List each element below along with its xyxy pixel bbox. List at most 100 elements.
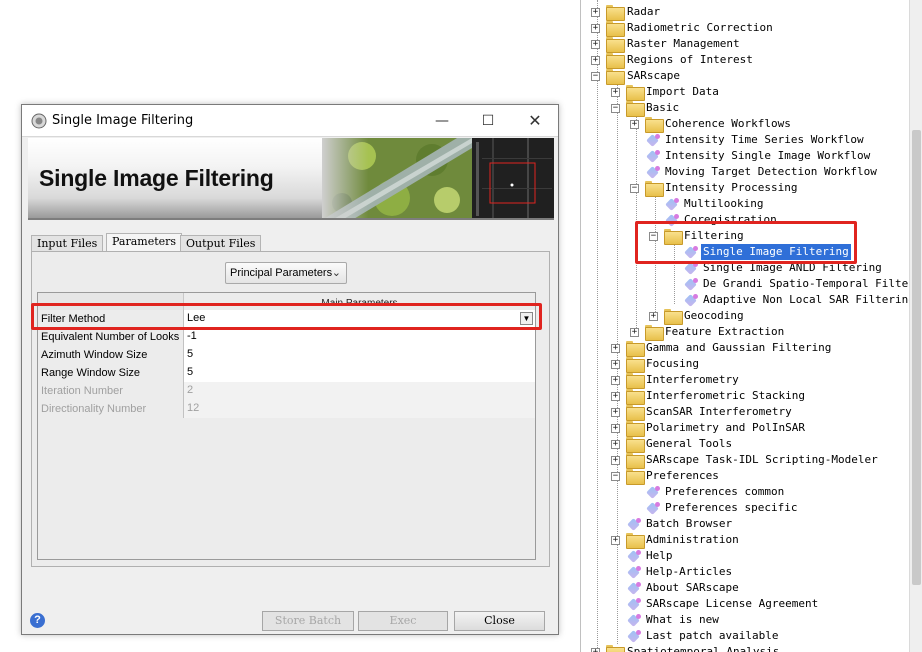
- expand-icon[interactable]: +: [611, 536, 620, 545]
- tree-node-label: About SARscape: [646, 581, 739, 594]
- tree-scrollbar-thumb[interactable]: [912, 130, 921, 585]
- expand-icon[interactable]: +: [611, 360, 620, 369]
- tab-input-files[interactable]: Input Files: [31, 235, 104, 252]
- folder-icon: [606, 645, 625, 652]
- tab-parameters[interactable]: Parameters: [106, 233, 183, 252]
- single-image-filtering-dialog: Single Image Filtering — ☐ ✕ Single Imag…: [21, 104, 559, 635]
- close-button[interactable]: Close: [454, 611, 545, 631]
- tree-node-label: Regions of Interest: [627, 53, 753, 66]
- expand-icon[interactable]: +: [611, 424, 620, 433]
- tree-node-label: Coherence Workflows: [665, 117, 791, 130]
- tree-node-label: Preferences: [646, 469, 719, 482]
- tool-icon: [647, 166, 661, 179]
- expand-icon[interactable]: +: [611, 408, 620, 417]
- tree-node-label: SARscape License Agreement: [646, 597, 819, 610]
- folder-open-icon: [626, 469, 645, 485]
- chevron-down-icon: ⌄: [331, 267, 341, 279]
- azimuth-window-field[interactable]: 5: [184, 346, 535, 364]
- expand-icon[interactable]: +: [611, 392, 620, 401]
- tool-icon: [685, 294, 699, 307]
- dialog-titlebar[interactable]: Single Image Filtering — ☐ ✕: [22, 105, 558, 137]
- expand-icon[interactable]: +: [591, 40, 600, 49]
- tool-icon: [628, 598, 642, 611]
- tree-node-label: Preferences common: [665, 485, 785, 498]
- folder-icon: [626, 421, 645, 437]
- maximize-icon[interactable]: ☐: [478, 111, 498, 131]
- expand-icon[interactable]: +: [611, 344, 620, 353]
- expand-icon[interactable]: +: [630, 328, 639, 337]
- expand-icon[interactable]: +: [630, 120, 639, 129]
- folder-open-icon: [645, 181, 664, 197]
- tree-node-label: Moving Target Detection Workflow: [665, 165, 877, 178]
- folder-icon: [626, 453, 645, 469]
- expand-icon[interactable]: +: [591, 648, 600, 652]
- tool-icon: [647, 134, 661, 147]
- tree-node-label: SARscape: [627, 69, 680, 82]
- tree-node-label: Help-Articles: [646, 565, 733, 578]
- param-row-range-window: Range Window Size 5: [38, 364, 535, 382]
- folder-open-icon: [626, 101, 645, 117]
- collapse-icon[interactable]: −: [630, 184, 639, 193]
- banner-title: Single Image Filtering: [39, 165, 274, 191]
- dialog-banner: Single Image Filtering: [28, 138, 554, 220]
- folder-icon: [606, 21, 625, 37]
- tree-node-label: General Tools: [646, 437, 733, 450]
- principal-parameters-dropdown[interactable]: Principal Parameters ⌄: [225, 262, 347, 284]
- exec-button[interactable]: Exec: [358, 611, 448, 631]
- expand-icon[interactable]: +: [591, 56, 600, 65]
- folder-icon: [645, 325, 664, 341]
- filter-method-highlight: [31, 303, 542, 330]
- expand-icon[interactable]: +: [611, 456, 620, 465]
- iteration-number-field: 2: [184, 382, 535, 400]
- collapse-icon[interactable]: −: [611, 472, 620, 481]
- expand-icon[interactable]: +: [649, 312, 658, 321]
- folder-icon: [626, 357, 645, 373]
- folder-icon: [606, 5, 625, 21]
- folder-icon: [626, 437, 645, 453]
- folder-open-icon: [606, 69, 625, 85]
- collapse-icon[interactable]: −: [611, 104, 620, 113]
- folder-icon: [626, 533, 645, 549]
- expand-icon[interactable]: +: [611, 88, 620, 97]
- enl-field[interactable]: -1: [184, 328, 535, 346]
- folder-icon: [626, 389, 645, 405]
- tree-node-label: Radiometric Correction: [627, 21, 773, 34]
- tool-icon: [685, 278, 699, 291]
- tree-node-label: Intensity Processing: [665, 181, 798, 194]
- expand-icon[interactable]: +: [611, 440, 620, 449]
- minimize-icon[interactable]: —: [432, 111, 452, 131]
- tree-node-label: ScanSAR Interferometry: [646, 405, 792, 418]
- parameters-panel: Principal Parameters ⌄ Main Parameters F…: [31, 251, 550, 567]
- tree-node-label: Polarimetry and PolInSAR: [646, 421, 805, 434]
- tool-icon: [628, 630, 642, 643]
- tab-output-files[interactable]: Output Files: [180, 235, 262, 252]
- folder-icon: [664, 309, 683, 325]
- folder-icon: [626, 85, 645, 101]
- tree-node-label: Radar: [627, 5, 661, 18]
- store-batch-button[interactable]: Store Batch: [262, 611, 354, 631]
- folder-icon: [626, 373, 645, 389]
- close-icon[interactable]: ✕: [525, 111, 545, 131]
- app-icon: [31, 113, 47, 129]
- expand-icon[interactable]: +: [611, 376, 620, 385]
- tree-node-label: Spatiotemporal Analysis: [627, 645, 780, 652]
- collapse-icon[interactable]: −: [591, 72, 600, 81]
- help-icon[interactable]: ?: [30, 613, 45, 628]
- tree-node-label: What is new: [646, 613, 719, 626]
- expand-icon[interactable]: +: [591, 8, 600, 17]
- tree-node-label: Interferometric Stacking: [646, 389, 805, 402]
- tool-icon: [628, 614, 642, 627]
- param-row-iteration: Iteration Number 2: [38, 382, 535, 400]
- expand-icon[interactable]: +: [591, 24, 600, 33]
- param-row-directionality: Directionality Number 12: [38, 400, 535, 418]
- tree-node-label: Import Data: [646, 85, 719, 98]
- tool-icon: [628, 582, 642, 595]
- param-label: Directionality Number: [38, 400, 184, 418]
- tool-icon: [628, 518, 642, 531]
- tree-node-label: Raster Management: [627, 37, 740, 50]
- range-window-field[interactable]: 5: [184, 364, 535, 382]
- tree-node-label: Preferences specific: [665, 501, 798, 514]
- tool-icon: [647, 150, 661, 163]
- tree-node-label: Help: [646, 549, 673, 562]
- tree-node-label: De Grandi Spatio-Temporal Filtering: [703, 277, 922, 290]
